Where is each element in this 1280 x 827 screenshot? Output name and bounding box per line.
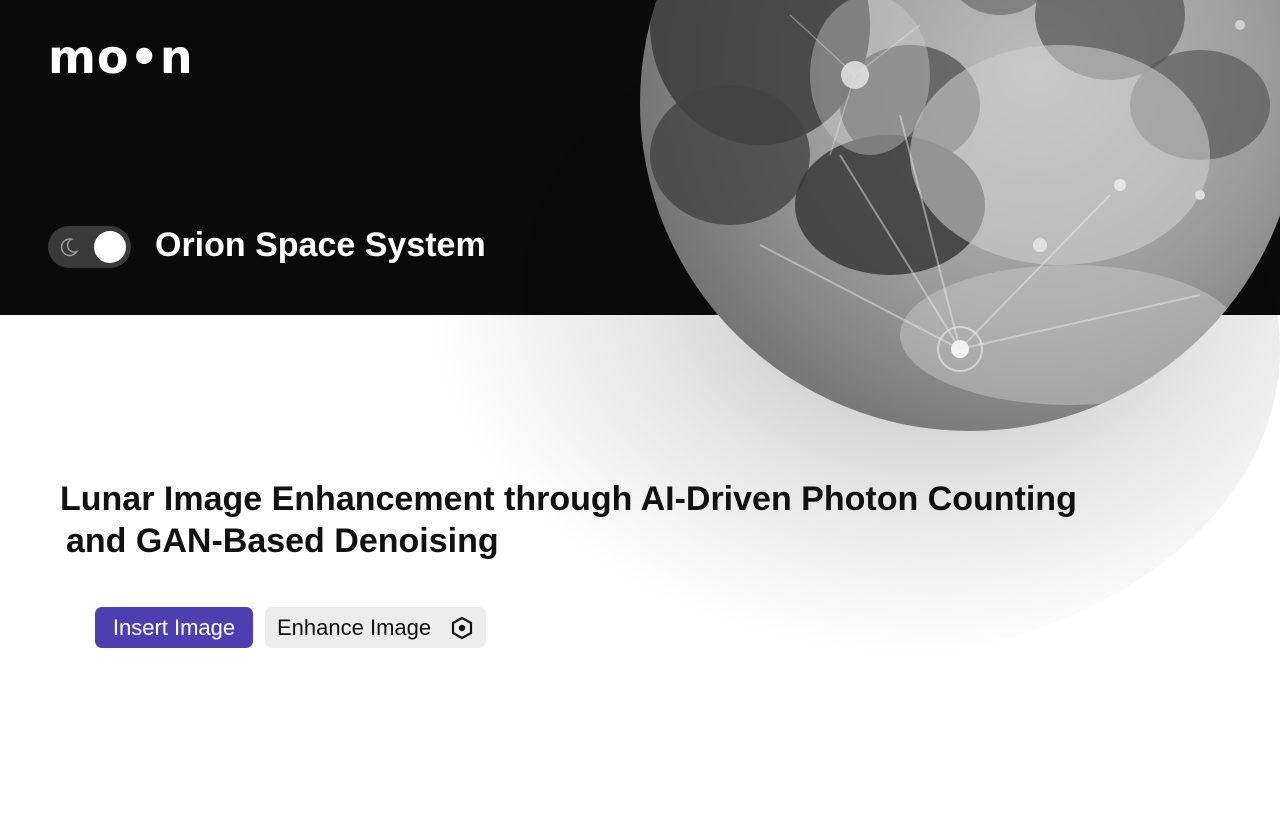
hero-title: Lunar Image Enhancement through AI-Drive…: [60, 478, 1210, 562]
moon-image: [640, 0, 1280, 431]
moon-icon: [60, 238, 79, 257]
app-name: Orion Space System: [155, 226, 486, 264]
insert-image-button[interactable]: Insert Image: [95, 607, 253, 648]
enhance-image-label: Enhance Image: [277, 615, 432, 640]
toggle-knob: [94, 231, 126, 263]
hero-title-line-2: and GAN-Based Denoising: [66, 522, 499, 560]
brand-logo[interactable]: mo•n: [48, 30, 194, 84]
enhance-image-button[interactable]: Enhance Image: [265, 607, 486, 648]
hexagon-icon: [451, 616, 473, 640]
theme-toggle[interactable]: [48, 226, 131, 268]
hero-title-line-1: Lunar Image Enhancement through AI-Drive…: [60, 480, 1077, 518]
